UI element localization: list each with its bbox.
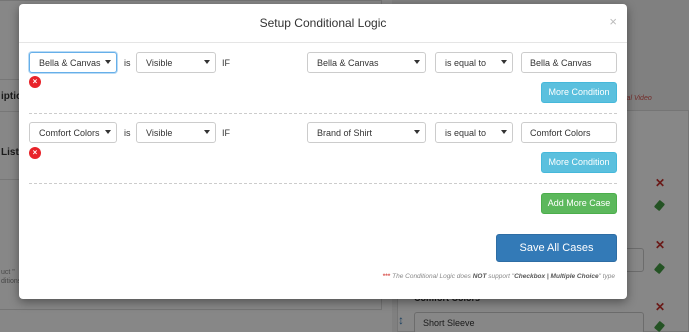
case-separator <box>29 183 617 184</box>
footnote-stars: *** <box>382 273 391 280</box>
case-target-select[interactable]: Comfort Colors <box>29 122 117 143</box>
chevron-down-icon <box>414 130 420 134</box>
case-target-value: Bella & Canvas <box>39 58 101 68</box>
visibility-value: Visible <box>146 128 173 138</box>
visibility-value: Visible <box>146 58 173 68</box>
if-label: IF <box>222 128 230 138</box>
footnote-emphasis: Checkbox | Multiple Choice <box>514 273 599 280</box>
operator-value: is equal to <box>445 58 487 68</box>
chevron-down-icon <box>105 60 111 64</box>
add-more-case-button[interactable]: Add More Case <box>541 193 617 214</box>
chevron-down-icon <box>204 60 210 64</box>
compare-value-input[interactable]: Comfort Colors <box>521 122 617 143</box>
visibility-select[interactable]: Visible <box>136 52 216 73</box>
remove-case-icon[interactable]: × <box>29 76 41 88</box>
save-all-cases-button[interactable]: Save All Cases <box>496 234 617 262</box>
more-condition-button[interactable]: More Condition <box>541 82 617 103</box>
condition-field-select[interactable]: Brand of Shirt <box>307 122 426 143</box>
chevron-down-icon <box>204 130 210 134</box>
compare-value-input[interactable]: Bella & Canvas <box>521 52 617 73</box>
conditional-logic-footnote: *** The Conditional Logic does NOT suppo… <box>383 273 615 280</box>
modal-title: Setup Conditional Logic <box>259 16 387 30</box>
is-label: is <box>124 128 131 138</box>
chevron-down-icon <box>105 130 111 134</box>
footnote-text: The Conditional Logic does <box>392 273 471 280</box>
case-target-value: Comfort Colors <box>39 128 100 138</box>
modal-header: Setup Conditional Logic × <box>19 4 627 43</box>
more-condition-button[interactable]: More Condition <box>541 152 617 173</box>
if-label: IF <box>222 58 230 68</box>
chevron-down-icon <box>501 130 507 134</box>
chevron-down-icon <box>501 60 507 64</box>
operator-select[interactable]: is equal to <box>435 122 513 143</box>
remove-case-icon[interactable]: × <box>29 147 41 159</box>
visibility-select[interactable]: Visible <box>136 122 216 143</box>
condition-field-select[interactable]: Bella & Canvas <box>307 52 426 73</box>
footnote-text: support " <box>488 273 515 280</box>
operator-value: is equal to <box>445 128 487 138</box>
footnote-not: NOT <box>472 273 487 280</box>
close-icon[interactable]: × <box>609 14 617 29</box>
chevron-down-icon <box>414 60 420 64</box>
footnote-text: " type <box>598 273 615 280</box>
operator-select[interactable]: is equal to <box>435 52 513 73</box>
condition-field-value: Bella & Canvas <box>317 58 379 68</box>
condition-field-value: Brand of Shirt <box>317 128 373 138</box>
conditional-logic-modal: Setup Conditional Logic × Bella & Canvas… <box>19 4 627 299</box>
case-target-select[interactable]: Bella & Canvas <box>29 52 117 73</box>
is-label: is <box>124 58 131 68</box>
case-separator <box>29 113 617 114</box>
